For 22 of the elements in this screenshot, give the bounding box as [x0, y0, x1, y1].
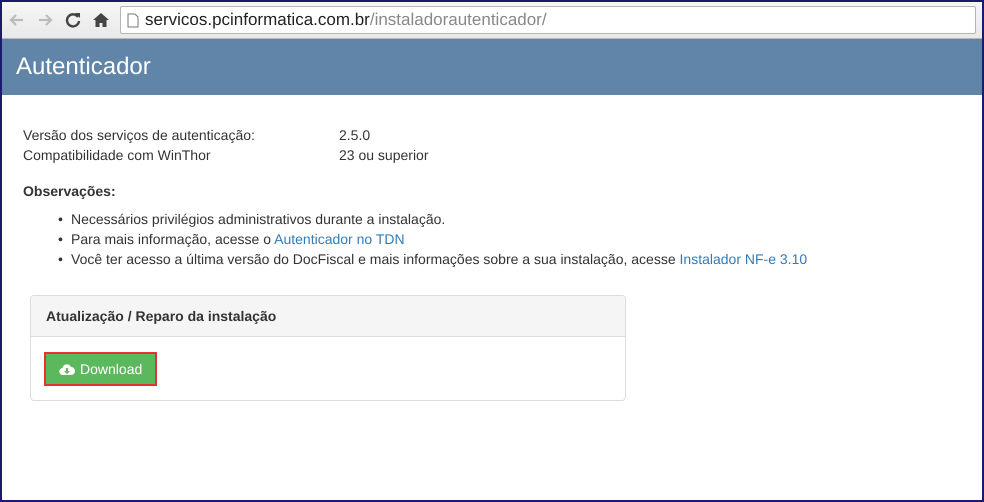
info-label: Versão dos serviços de autenticação: [23, 126, 256, 145]
page-icon [127, 12, 139, 28]
bullet: • [58, 230, 63, 249]
note-link[interactable]: Instalador NF-e 3.10 [680, 251, 808, 267]
note-item: Você ter acesso a última versão do DocFiscal e mais informações sobre a sua instalação, acesse Instalador NF-e 3.10 [71, 250, 808, 269]
note-item: Para mais informação, acesse o Autenticador no TDN [71, 230, 405, 249]
info-label: Compatibilidade com WinThor [23, 146, 212, 165]
info-value: 23 ou superior [339, 146, 429, 165]
cloud-download-icon [59, 362, 75, 376]
bullet: • [58, 250, 63, 269]
url-text: servicos.pcinformatica.com.br/instaladorautenticador/ [145, 10, 547, 30]
note-link[interactable]: Autenticador no TDN [274, 231, 405, 247]
notes-title: Observações: [23, 182, 117, 201]
panel-title: Atualização / Reparo da instalação [46, 308, 276, 324]
info-value: 2.5.0 [339, 126, 370, 145]
reload-icon[interactable] [64, 11, 82, 29]
bullet: • [58, 210, 63, 229]
page-title: Autenticador [16, 53, 151, 81]
download-button[interactable]: Download [44, 352, 158, 386]
address-bar[interactable]: servicos.pcinformatica.com.br/instaladorautenticador/ [120, 6, 976, 34]
note-item: Necessários privilégios administrativos durante a instalação. [71, 210, 446, 229]
home-icon[interactable] [92, 11, 110, 29]
